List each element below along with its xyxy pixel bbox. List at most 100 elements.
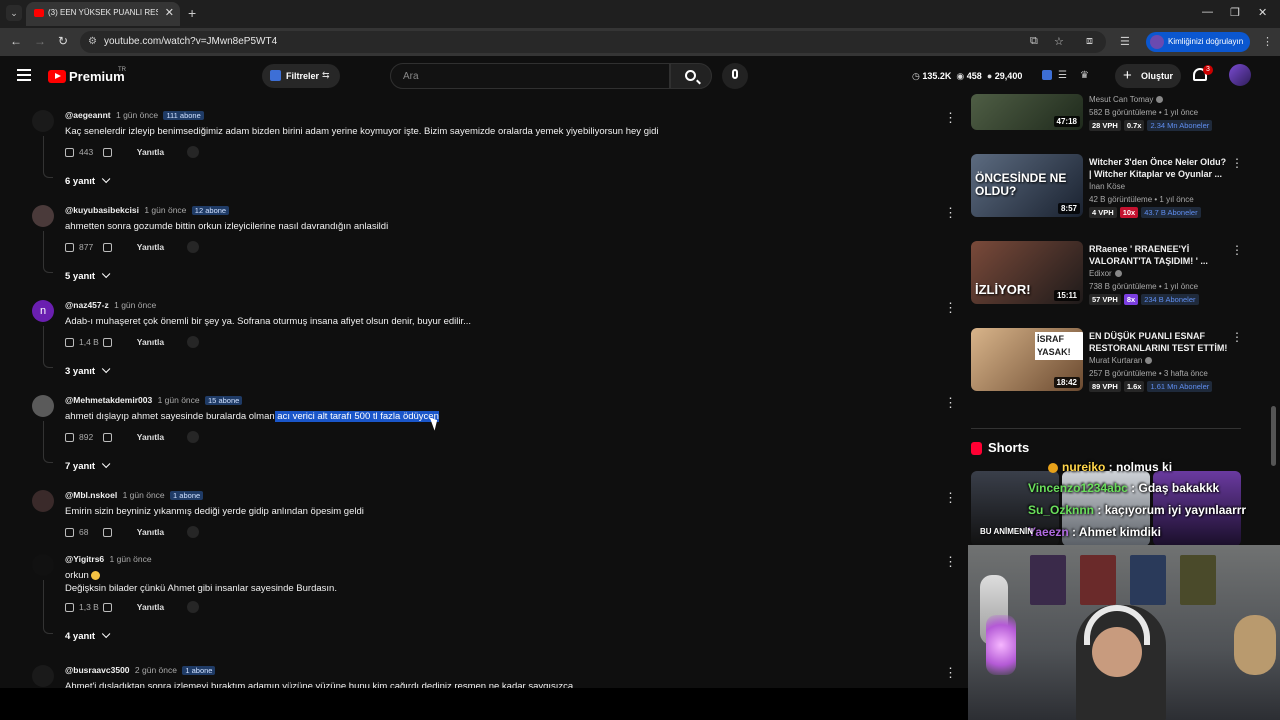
- creator-heart-icon[interactable]: [186, 146, 199, 158]
- commenter-avatar[interactable]: [32, 554, 54, 576]
- reply-button[interactable]: Yanıtla: [137, 337, 164, 347]
- like-icon[interactable]: [65, 147, 74, 157]
- list-icon[interactable]: ☰: [1058, 70, 1067, 81]
- channel-name[interactable]: Murat Kurtaran: [1089, 356, 1153, 365]
- new-tab-icon[interactable]: +: [188, 5, 196, 21]
- reload-icon[interactable]: ↻: [58, 34, 68, 48]
- reply-button[interactable]: Yanıtla: [137, 242, 164, 252]
- close-window-icon[interactable]: ✕: [1258, 6, 1267, 19]
- comment-options-icon[interactable]: ⋮: [944, 110, 957, 126]
- comment-options-icon[interactable]: ⋮: [944, 300, 957, 316]
- commenter-avatar[interactable]: [32, 665, 54, 687]
- youtube-logo-icon[interactable]: [48, 70, 66, 83]
- trophy-icon[interactable]: ♛: [1080, 70, 1089, 81]
- comment-options-icon[interactable]: ⋮: [944, 665, 957, 681]
- commenter-avatar[interactable]: [32, 395, 54, 417]
- reading-list-icon[interactable]: ☰: [1120, 35, 1130, 48]
- youtube-brand[interactable]: Premium: [69, 69, 125, 84]
- comment-author[interactable]: @aegeannt: [65, 110, 111, 120]
- video-thumbnail[interactable]: 47:18: [971, 94, 1083, 130]
- create-button[interactable]: + Oluştur: [1115, 64, 1181, 88]
- comment-time[interactable]: 1 gün önce: [144, 205, 186, 215]
- shorts-header[interactable]: Shorts: [971, 440, 1029, 456]
- commenter-avatar[interactable]: [32, 205, 54, 227]
- voice-search-button[interactable]: [722, 63, 748, 89]
- recommended-video[interactable]: İZLİYOR! 15:11 RRaenee ' RRAENEE'Yİ VALO…: [971, 241, 1271, 311]
- comment-author[interactable]: @Mbl.nskoel: [65, 490, 117, 500]
- reply-button[interactable]: Yanıtla: [137, 432, 164, 442]
- creator-heart-icon[interactable]: [186, 336, 199, 348]
- view-replies-button[interactable]: 4 yanıt: [65, 629, 111, 642]
- commenter-avatar[interactable]: n: [32, 300, 54, 322]
- search-input[interactable]: Ara: [390, 63, 670, 89]
- extension-icon[interactable]: [1042, 70, 1052, 80]
- like-icon[interactable]: [65, 602, 74, 612]
- like-icon[interactable]: [65, 527, 74, 537]
- dislike-icon[interactable]: [103, 527, 113, 537]
- comment-time[interactable]: 1 gün önce: [114, 300, 156, 310]
- comment-time[interactable]: 1 gün önce: [116, 110, 158, 120]
- view-replies-button[interactable]: 3 yanıt: [65, 364, 111, 377]
- bookmark-star-icon[interactable]: ☆: [1054, 35, 1064, 48]
- browser-menu-icon[interactable]: ⋮: [1262, 35, 1273, 48]
- channel-name[interactable]: Mesut Can Tomay: [1089, 95, 1164, 104]
- recommended-video[interactable]: İSRAF YASAK! 18:42 EN DÜŞÜK PUANLI ESNAF…: [971, 328, 1271, 398]
- video-thumbnail[interactable]: İZLİYOR! 15:11: [971, 241, 1083, 304]
- hamburger-menu-icon[interactable]: [17, 69, 31, 81]
- video-title[interactable]: RRaenee ' RRAENEE'Yİ VALORANT'TA TAŞIDIM…: [1089, 243, 1229, 267]
- comment-time[interactable]: 1 gün önce: [110, 554, 152, 564]
- video-options-icon[interactable]: ⋮: [1231, 156, 1243, 170]
- filters-button[interactable]: Filtreler ⇆: [262, 64, 340, 88]
- forward-icon[interactable]: →: [34, 34, 46, 48]
- video-options-icon[interactable]: ⋮: [1231, 330, 1243, 344]
- video-thumbnail[interactable]: ÖNCESİNDE NE OLDU? 8:57: [971, 154, 1083, 217]
- minimize-icon[interactable]: —: [1202, 6, 1213, 18]
- video-title[interactable]: EN DÜŞÜK PUANLI ESNAF RESTORANLARINI TES…: [1089, 330, 1229, 354]
- channel-name[interactable]: Edixor: [1089, 269, 1122, 278]
- install-app-icon[interactable]: ⧉: [1030, 35, 1038, 48]
- comment-author[interactable]: @kuyubasibekcisi: [65, 205, 139, 215]
- maximize-icon[interactable]: ❐: [1230, 6, 1240, 19]
- reply-button[interactable]: Yanıtla: [137, 602, 164, 612]
- like-icon[interactable]: [65, 432, 74, 442]
- commenter-avatar[interactable]: [32, 110, 54, 132]
- comment-author[interactable]: @busraavc3500: [65, 665, 130, 675]
- recommended-video[interactable]: ÖNCESİNDE NE OLDU? 8:57 Witcher 3'den Ön…: [971, 154, 1271, 224]
- comment-author[interactable]: @Yigitrs6: [65, 554, 104, 564]
- dislike-icon[interactable]: [103, 147, 113, 157]
- channel-name[interactable]: İnan Köse: [1089, 182, 1125, 191]
- search-button[interactable]: [670, 63, 712, 89]
- creator-heart-icon[interactable]: [186, 601, 199, 613]
- address-bar[interactable]: ⚙ youtube.com/watch?v=JMwn8eP5WT4 ⧉ ☆: [80, 31, 1106, 53]
- extensions-icon[interactable]: ⧈: [1086, 35, 1093, 48]
- creator-heart-icon[interactable]: [186, 526, 199, 538]
- creator-heart-icon[interactable]: [186, 241, 199, 253]
- video-options-icon[interactable]: ⋮: [1231, 243, 1243, 257]
- user-avatar[interactable]: [1229, 64, 1251, 86]
- dislike-icon[interactable]: [103, 602, 113, 612]
- video-title[interactable]: Witcher 3'den Önce Neler Oldu? | Witcher…: [1089, 156, 1229, 180]
- commenter-avatar[interactable]: [32, 490, 54, 512]
- dislike-icon[interactable]: [103, 337, 113, 347]
- reply-button[interactable]: Yanıtla: [137, 147, 164, 157]
- comment-author[interactable]: @Mehmetakdemir003: [65, 395, 152, 405]
- comment-time[interactable]: 1 gün önce: [158, 395, 200, 405]
- view-replies-button[interactable]: 5 yanıt: [65, 269, 111, 282]
- reply-button[interactable]: Yanıtla: [137, 527, 164, 537]
- comment-author[interactable]: @naz457-z: [65, 300, 109, 310]
- comment-time[interactable]: 1 gün önce: [123, 490, 165, 500]
- like-icon[interactable]: [65, 337, 74, 347]
- comment-options-icon[interactable]: ⋮: [944, 395, 957, 411]
- comment-time[interactable]: 2 gün önce: [135, 665, 177, 675]
- tab-search-icon[interactable]: ⌄: [6, 5, 22, 21]
- close-tab-icon[interactable]: ✕: [165, 6, 174, 19]
- dislike-icon[interactable]: [103, 242, 113, 252]
- back-icon[interactable]: ←: [10, 34, 22, 48]
- dislike-icon[interactable]: [103, 432, 113, 442]
- comment-options-icon[interactable]: ⋮: [944, 205, 957, 221]
- like-icon[interactable]: [65, 242, 74, 252]
- comment-options-icon[interactable]: ⋮: [944, 490, 957, 506]
- page-scrollbar[interactable]: [1271, 406, 1276, 466]
- browser-tab[interactable]: (3) EEN YÜKSEK PUANLI RESTORAN ✕: [26, 2, 180, 26]
- view-replies-button[interactable]: 7 yanıt: [65, 459, 111, 472]
